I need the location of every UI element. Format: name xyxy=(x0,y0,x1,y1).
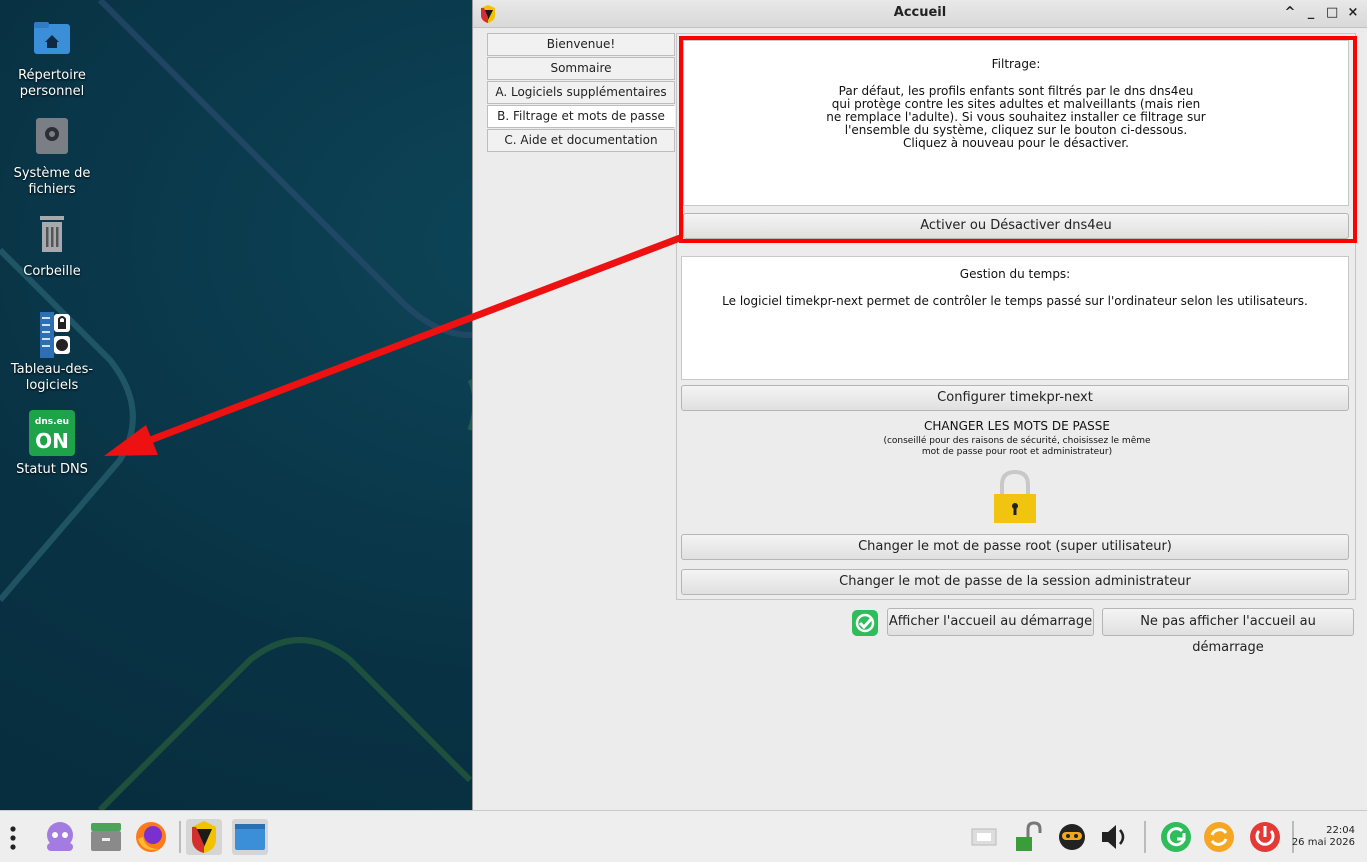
window-close-button[interactable]: × xyxy=(1347,5,1359,20)
toggle-dns4eu-button[interactable]: Activer ou Désactiver dns4eu xyxy=(683,213,1349,239)
clock-date: 26 mai 2026 xyxy=(1291,837,1355,848)
checkmark-icon xyxy=(852,610,878,636)
filtering-box: Filtrage: Par défaut, les profils enfant… xyxy=(683,40,1349,206)
time-management-box: Gestion du temps: Le logiciel timekpr-ne… xyxy=(681,256,1349,380)
taskbar: 22:04 26 mai 2026 xyxy=(0,810,1367,862)
update-check-icon[interactable] xyxy=(1158,819,1194,855)
tab-welcome[interactable]: Bienvenue! xyxy=(487,33,675,56)
window-minimize-button[interactable]: _ xyxy=(1305,5,1317,20)
taskbar-separator xyxy=(1144,821,1146,853)
desktop-icon-trash[interactable]: Corbeille xyxy=(2,214,102,280)
window-maximize-button[interactable]: □ xyxy=(1326,5,1338,20)
hide-at-startup-button[interactable]: Ne pas afficher l'accueil au démarrage xyxy=(1102,608,1354,655)
lock-icon xyxy=(993,469,1037,524)
desktop-icon-dns-status[interactable]: dns.eu ON Statut DNS xyxy=(2,410,102,478)
trash-icon xyxy=(32,214,72,258)
time-text: Le logiciel timekpr-next permet de contr… xyxy=(722,294,1308,308)
dns-badge-top: dns.eu xyxy=(34,417,70,427)
passwords-subtext: (conseillé pour des raisons de sécurité,… xyxy=(883,436,1151,457)
power-icon[interactable] xyxy=(1247,819,1283,855)
dns-status-icon: dns.eu ON xyxy=(29,410,75,456)
desktop-icon-home[interactable]: Répertoire personnel xyxy=(2,18,102,100)
desktop-icon-label: Statut DNS xyxy=(16,462,88,477)
assistant-octopus-icon[interactable] xyxy=(42,819,78,855)
passwords-heading: CHANGER LES MOTS DE PASSE xyxy=(923,419,1110,433)
volume-icon[interactable] xyxy=(1096,819,1132,855)
tab-filtering-passwords[interactable]: B. Filtrage et mots de passe xyxy=(487,105,675,128)
configure-timekpr-button[interactable]: Configurer timekpr-next xyxy=(681,385,1349,411)
file-manager-icon[interactable] xyxy=(88,819,124,855)
window-list-icon[interactable] xyxy=(232,819,268,855)
clock-time: 22:04 xyxy=(1326,825,1355,836)
dns-ninja-icon[interactable] xyxy=(1054,819,1090,855)
welcome-window: Accueil ^ _ □ × Bienvenue! Sommaire A. L… xyxy=(472,0,1367,812)
dns-badge-bottom: ON xyxy=(35,429,69,453)
tab-summary[interactable]: Sommaire xyxy=(487,57,675,80)
clock[interactable]: 22:04 26 mai 2026 xyxy=(1292,825,1355,849)
desktop-icon-filesystem[interactable]: Système de fichiers xyxy=(2,116,102,198)
window-titlebar[interactable]: Accueil ^ _ □ × xyxy=(473,0,1367,28)
refresh-icon[interactable] xyxy=(1201,819,1237,855)
show-at-startup-button[interactable]: Afficher l'accueil au démarrage xyxy=(887,608,1094,636)
tab-list: Bienvenue! Sommaire A. Logiciels supplém… xyxy=(487,33,675,153)
window-title: Accueil xyxy=(893,5,947,20)
tab-content-panel: Filtrage: Par défaut, les profils enfant… xyxy=(676,33,1356,600)
menu-dots-icon[interactable] xyxy=(8,823,18,853)
firefox-icon[interactable] xyxy=(133,819,169,855)
change-admin-password-button[interactable]: Changer le mot de passe de la session ad… xyxy=(681,569,1349,595)
time-heading: Gestion du temps: xyxy=(959,267,1071,281)
unlocked-padlock-icon[interactable] xyxy=(1010,819,1046,855)
drive-icon xyxy=(32,116,72,160)
desktop-icon-software-table[interactable]: Tableau-des- logiciels xyxy=(2,312,102,394)
software-table-icon xyxy=(32,312,72,358)
desktop-icon-label: Système de fichiers xyxy=(13,166,91,197)
filtering-text: Par défaut, les profils enfants sont fil… xyxy=(826,84,1206,150)
home-folder-icon xyxy=(32,18,72,62)
desktop-icon-label: Répertoire personnel xyxy=(18,68,86,99)
change-root-password-button[interactable]: Changer le mot de passe root (super util… xyxy=(681,534,1349,560)
desktop-icon-label: Tableau-des- logiciels xyxy=(10,362,94,393)
tab-help-docs[interactable]: C. Aide et documentation xyxy=(487,129,675,152)
filtering-heading: Filtrage: xyxy=(991,57,1041,71)
welcome-app-taskbar-icon[interactable] xyxy=(186,819,222,855)
window-shade-button[interactable]: ^ xyxy=(1284,5,1296,20)
tab-additional-software[interactable]: A. Logiciels supplémentaires xyxy=(487,81,675,104)
network-icon[interactable] xyxy=(966,819,1002,855)
taskbar-separator xyxy=(179,821,181,853)
desktop-icon-label: Corbeille xyxy=(23,264,81,279)
